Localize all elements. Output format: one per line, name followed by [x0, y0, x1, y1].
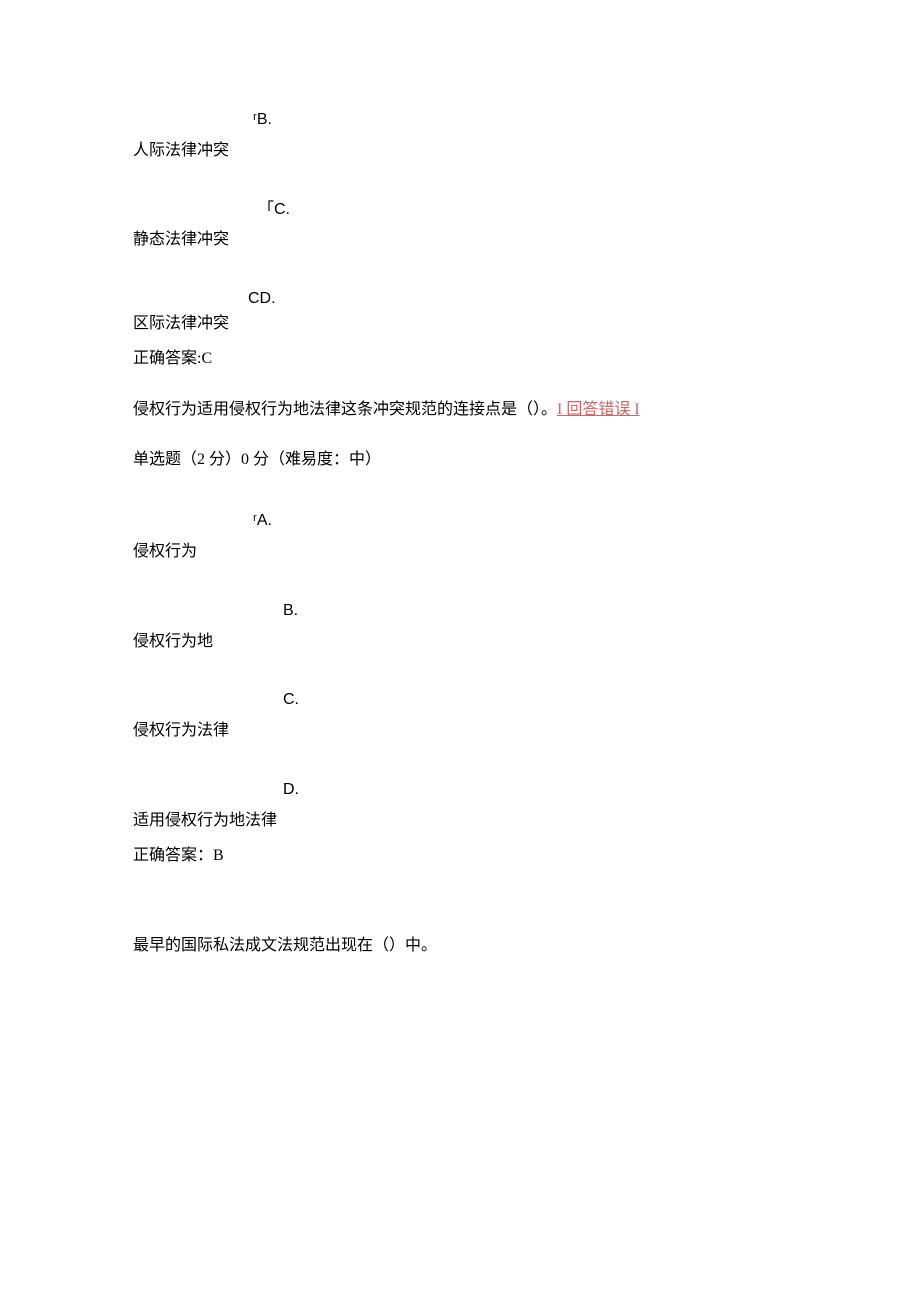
option-text-d: 区际法律冲突	[133, 314, 787, 335]
error-badge[interactable]: I 回答错误 I	[557, 401, 640, 418]
option-text-b2: 侵权行为地	[133, 632, 787, 653]
option-label-b2: B.	[283, 601, 787, 622]
option-label-c2: C.	[283, 690, 787, 711]
option-text-d2: 适用侵权行为地法律	[133, 811, 787, 832]
option-text-c2: 侵权行为法律	[133, 721, 787, 742]
option-text-a2: 侵权行为	[133, 542, 787, 563]
option-label-d2: D.	[283, 780, 787, 801]
option-label-c: 「C.	[258, 200, 787, 221]
option-label-b: ʳB.	[253, 110, 787, 131]
option-text-c: 静态法律冲突	[133, 230, 787, 251]
option-text-b: 人际法律冲突	[133, 141, 787, 162]
correct-answer-1: 正确答案:C	[133, 349, 787, 370]
question-2-text: 侵权行为适用侵权行为地法律这条冲突规范的连接点是（）。	[133, 401, 557, 418]
option-label-a2: ʳA.	[253, 511, 787, 532]
question-type-line: 单选题（2 分）0 分（难易度：中）	[133, 450, 787, 471]
document-page: ʳB. 人际法律冲突 「C. 静态法律冲突 CD. 区际法律冲突 正确答案:C …	[0, 0, 920, 957]
option-label-d: CD.	[248, 289, 787, 310]
correct-answer-2: 正确答案：B	[133, 846, 787, 867]
question-2: 侵权行为适用侵权行为地法律这条冲突规范的连接点是（）。I 回答错误 I	[133, 400, 787, 421]
question-3: 最早的国际私法成文法规范出现在（）中。	[133, 936, 787, 957]
